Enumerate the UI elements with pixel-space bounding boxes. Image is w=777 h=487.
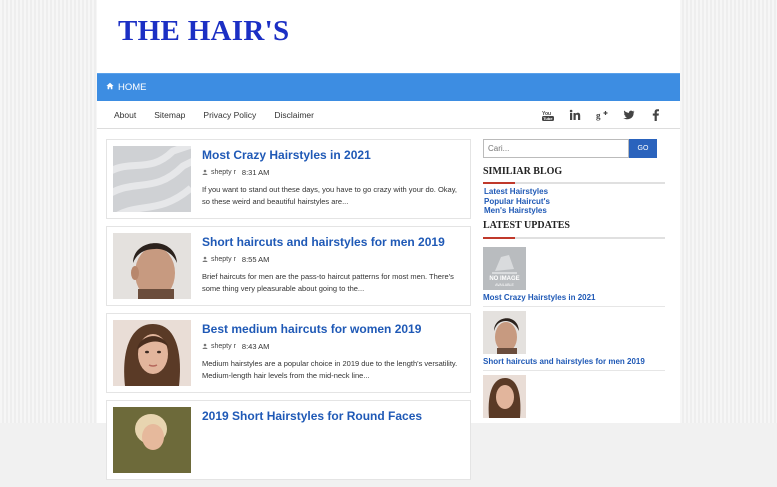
- search-form: GO: [483, 139, 665, 158]
- author-icon: [202, 169, 208, 177]
- post-card: Most Crazy Hairstyles in 2021 shepty r 8…: [106, 139, 471, 219]
- update-divider: [483, 305, 665, 307]
- post-list: Most Crazy Hairstyles in 2021 shepty r 8…: [106, 139, 471, 487]
- google-plus-icon[interactable]: g: [596, 109, 608, 121]
- widget-divider: [483, 236, 665, 239]
- site-title[interactable]: THE HAIR'S: [118, 15, 289, 48]
- social-links: You Tube g: [542, 101, 662, 128]
- update-item: NO IMAGE AVAILABLE Most Crazy Hairstyles…: [483, 246, 665, 307]
- post-title[interactable]: 2019 Short Hairstyles for Round Faces: [202, 409, 422, 423]
- post-meta: shepty r 8:55 AM: [202, 255, 269, 264]
- post-thumbnail-woman-medium-hair[interactable]: [113, 320, 191, 386]
- post-thumbnail-placeholder[interactable]: [113, 146, 191, 212]
- subnav-disclaimer[interactable]: Disclaimer: [274, 110, 314, 120]
- post-meta: shepty r 8:43 AM: [202, 342, 269, 351]
- update-item: Short haircuts and hairstyles for men 20…: [483, 310, 665, 371]
- secondary-nav: About Sitemap Privacy Policy Disclaimer …: [97, 101, 680, 129]
- post-title[interactable]: Best medium haircuts for women 2019: [202, 322, 421, 336]
- facebook-icon[interactable]: [650, 108, 662, 121]
- subnav-privacy-policy[interactable]: Privacy Policy: [203, 110, 256, 120]
- widget-title: SIMILIAR BLOG: [483, 166, 563, 177]
- twitter-icon[interactable]: [623, 109, 635, 121]
- post-card: Best medium haircuts for women 2019 shep…: [106, 313, 471, 393]
- similar-blog-widget: SIMILIAR BLOG Latest Hairstyles Popular …: [483, 166, 665, 216]
- post-thumbnail-short-hair[interactable]: [113, 407, 191, 473]
- author-icon: [202, 256, 208, 264]
- nav-home-link[interactable]: HOME: [106, 82, 147, 93]
- similar-blog-link[interactable]: Men's Hairstyles: [484, 206, 665, 216]
- no-image-subtext: AVAILABLE: [495, 283, 514, 287]
- update-thumbnail-woman-medium-hair[interactable]: [483, 374, 526, 418]
- page-wrapper: THE HAIR'S HOME About Sitemap Privacy Po…: [97, 0, 680, 480]
- latest-updates-widget: LATEST UPDATES NO IMAGE AVAILABLE Most C…: [483, 220, 665, 418]
- post-author[interactable]: shepty r: [211, 343, 236, 350]
- post-excerpt: Brief haircuts for men are the pass-to h…: [202, 272, 454, 293]
- post-thumbnail-man-haircut[interactable]: [113, 233, 191, 299]
- similar-blog-link[interactable]: Latest Hairstyles: [484, 187, 665, 197]
- similar-blog-list: Latest Hairstyles Popular Haircut's Men'…: [484, 187, 665, 216]
- post-card: 2019 Short Hairstyles for Round Faces: [106, 400, 471, 480]
- update-thumbnail-man-haircut[interactable]: [483, 310, 526, 354]
- similar-blog-link[interactable]: Popular Haircut's: [484, 197, 665, 207]
- update-title[interactable]: Short haircuts and hairstyles for men 20…: [483, 357, 665, 366]
- nav-home-label: HOME: [118, 82, 147, 93]
- post-meta: shepty r 8:31 AM: [202, 168, 269, 177]
- post-time: 8:55 AM: [241, 255, 270, 264]
- update-thumbnail-no-image[interactable]: NO IMAGE AVAILABLE: [483, 246, 526, 290]
- post-excerpt: If you want to stand out these days, you…: [202, 185, 457, 206]
- no-image-text: NO IMAGE: [489, 276, 519, 282]
- update-title[interactable]: Most Crazy Hairstyles in 2021: [483, 293, 665, 302]
- post-excerpt: Medium hairstyles are a popular choice i…: [202, 359, 458, 380]
- widget-title: LATEST UPDATES: [483, 219, 570, 231]
- widget-divider: [483, 182, 665, 184]
- site-header: THE HAIR'S: [97, 0, 680, 73]
- post-time: 8:43 AM: [241, 342, 270, 351]
- svg-text:g: g: [596, 110, 601, 120]
- linkedin-icon[interactable]: [569, 109, 581, 121]
- sidebar: GO SIMILIAR BLOG Latest Hairstyles Popul…: [483, 139, 665, 418]
- post-author[interactable]: shepty r: [211, 169, 236, 176]
- author-icon: [202, 343, 208, 351]
- main-navbar: HOME: [97, 73, 680, 101]
- subnav-about[interactable]: About: [114, 110, 136, 120]
- youtube-icon[interactable]: You Tube: [542, 109, 554, 121]
- post-time: 8:31 AM: [241, 168, 270, 177]
- post-card: Short haircuts and hairstyles for men 20…: [106, 226, 471, 306]
- search-button[interactable]: GO: [629, 139, 657, 158]
- post-title[interactable]: Most Crazy Hairstyles in 2021: [202, 148, 371, 162]
- post-title[interactable]: Short haircuts and hairstyles for men 20…: [202, 235, 445, 249]
- search-input[interactable]: [483, 139, 629, 158]
- post-author[interactable]: shepty r: [211, 256, 236, 263]
- update-divider: [483, 369, 665, 371]
- subnav-sitemap[interactable]: Sitemap: [154, 110, 185, 120]
- svg-text:Tube: Tube: [543, 116, 553, 121]
- update-item: [483, 374, 665, 418]
- home-icon: [106, 82, 114, 93]
